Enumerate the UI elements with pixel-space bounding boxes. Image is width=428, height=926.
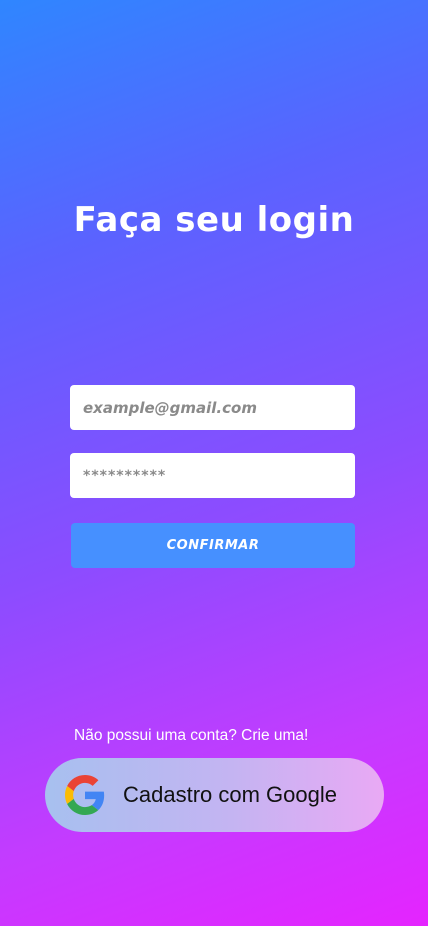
page-title: Faça seu login xyxy=(73,200,355,240)
signup-link[interactable]: Não possui uma conta? Crie uma! xyxy=(74,727,308,745)
google-icon xyxy=(65,775,105,815)
google-signup-label: Cadastro com Google xyxy=(123,782,337,807)
email-input[interactable] xyxy=(70,385,355,430)
password-input[interactable] xyxy=(70,453,355,498)
confirm-button[interactable]: CONFIRMAR xyxy=(71,523,355,568)
google-signup-button[interactable]: Cadastro com Google xyxy=(45,758,384,832)
